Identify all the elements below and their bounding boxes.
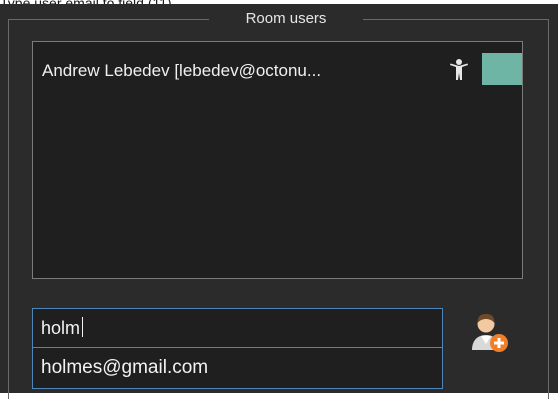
user-name-label: Andrew Lebedev [lebedev@octonu... (42, 61, 322, 80)
autocomplete-dropdown[interactable]: holmes@gmail.com (32, 347, 443, 389)
text-cursor (82, 317, 84, 337)
user-color-swatch[interactable] (482, 53, 522, 85)
presenter-icon[interactable] (449, 58, 469, 82)
email-input[interactable]: holm (32, 308, 443, 348)
email-input-value: holm (41, 318, 81, 338)
suggestion-item[interactable]: holmes@gmail.com (41, 348, 208, 388)
room-users-list[interactable]: Andrew Lebedev [lebedev@octonu... (32, 41, 523, 279)
user-row[interactable]: Andrew Lebedev [lebedev@octonu... (33, 50, 522, 88)
add-user-icon[interactable] (468, 310, 512, 354)
room-users-title: Room users (209, 8, 363, 30)
